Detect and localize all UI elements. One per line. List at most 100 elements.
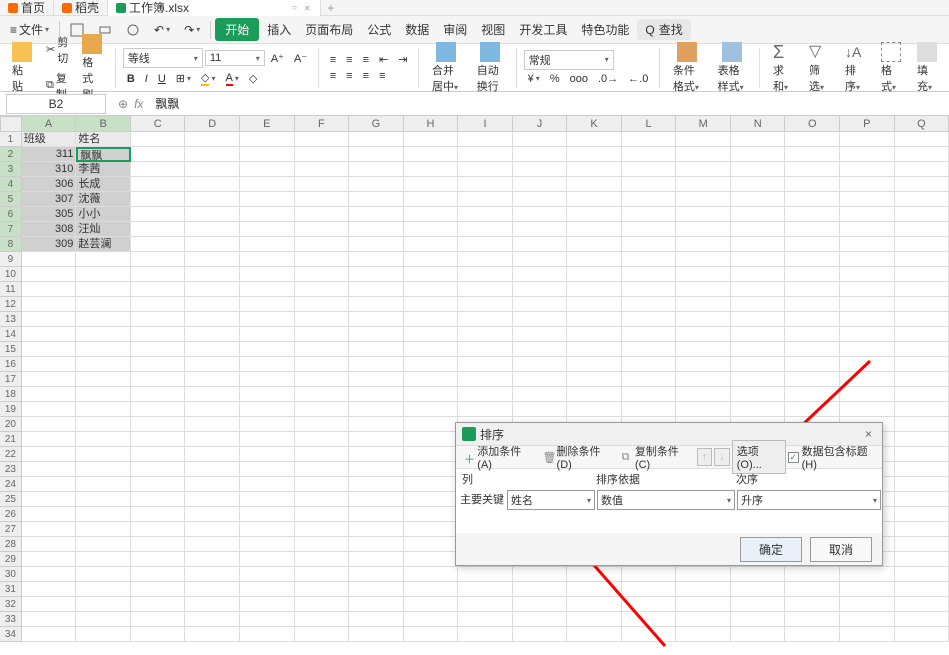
cell[interactable]	[513, 132, 568, 147]
cell[interactable]	[185, 492, 240, 507]
cell[interactable]	[131, 567, 186, 582]
cell[interactable]	[295, 192, 350, 207]
cell[interactable]	[349, 342, 404, 357]
cell[interactable]	[22, 507, 77, 522]
cell[interactable]	[240, 372, 295, 387]
cell[interactable]: 小小	[76, 207, 131, 222]
cell[interactable]	[295, 477, 350, 492]
cell[interactable]	[567, 582, 622, 597]
cell[interactable]: 310	[22, 162, 77, 177]
col-header-H[interactable]: H	[404, 116, 459, 132]
cell[interactable]	[240, 297, 295, 312]
cell[interactable]	[731, 612, 786, 627]
dec-decrease-icon[interactable]: ←.0	[624, 72, 652, 86]
move-down-button[interactable]: ↓	[714, 448, 730, 466]
cell[interactable]	[895, 627, 949, 642]
cell[interactable]	[131, 387, 186, 402]
cell[interactable]	[895, 462, 949, 477]
cell[interactable]	[676, 567, 731, 582]
cell[interactable]	[131, 162, 186, 177]
cell[interactable]	[404, 477, 459, 492]
cell[interactable]	[513, 342, 568, 357]
cell[interactable]	[622, 267, 677, 282]
cell[interactable]	[785, 627, 840, 642]
cell[interactable]	[22, 552, 77, 567]
cell[interactable]	[622, 207, 677, 222]
cell[interactable]	[22, 297, 77, 312]
row-header[interactable]: 5	[0, 192, 22, 207]
cell[interactable]	[295, 582, 350, 597]
cell[interactable]	[349, 522, 404, 537]
add-condition-button[interactable]: ＋添加条件(A)	[460, 441, 537, 473]
indent-dec-icon[interactable]: ⇤	[375, 52, 392, 67]
cell[interactable]	[185, 432, 240, 447]
cell[interactable]	[895, 432, 949, 447]
cell[interactable]	[240, 567, 295, 582]
font-select[interactable]: 等线▾	[123, 48, 203, 68]
cell[interactable]	[785, 282, 840, 297]
cell[interactable]	[840, 282, 895, 297]
cell[interactable]	[240, 477, 295, 492]
cell[interactable]	[185, 597, 240, 612]
cell[interactable]	[295, 417, 350, 432]
cell[interactable]	[622, 627, 677, 642]
increase-font-icon[interactable]: A⁺	[267, 51, 288, 66]
cell[interactable]	[76, 597, 131, 612]
cell[interactable]	[676, 162, 731, 177]
cell[interactable]	[240, 342, 295, 357]
cell[interactable]	[22, 462, 77, 477]
cell[interactable]	[513, 312, 568, 327]
cell[interactable]	[131, 132, 186, 147]
dec-increase-icon[interactable]: .0→	[594, 72, 622, 86]
cell[interactable]	[131, 402, 186, 417]
cell[interactable]	[404, 537, 459, 552]
cell[interactable]	[240, 402, 295, 417]
cell[interactable]	[458, 567, 513, 582]
cell[interactable]	[240, 432, 295, 447]
cell[interactable]: 309	[22, 237, 77, 252]
sort-by-select[interactable]: 数值▾	[597, 490, 735, 510]
cell[interactable]	[185, 612, 240, 627]
cell[interactable]	[22, 612, 77, 627]
cell[interactable]	[895, 282, 949, 297]
cell[interactable]	[404, 432, 459, 447]
cell[interactable]	[895, 297, 949, 312]
font-color-button[interactable]: A▾	[222, 71, 243, 87]
cell[interactable]	[76, 357, 131, 372]
cell[interactable]	[185, 192, 240, 207]
cell[interactable]	[513, 387, 568, 402]
row-header[interactable]: 20	[0, 417, 22, 432]
row-header[interactable]: 33	[0, 612, 22, 627]
cell[interactable]	[840, 132, 895, 147]
col-header-D[interactable]: D	[185, 116, 240, 132]
cell[interactable]	[76, 582, 131, 597]
cell[interactable]	[131, 237, 186, 252]
cell[interactable]	[785, 297, 840, 312]
cell[interactable]	[785, 612, 840, 627]
cell[interactable]	[131, 207, 186, 222]
row-header[interactable]: 13	[0, 312, 22, 327]
cell[interactable]	[676, 297, 731, 312]
cell[interactable]	[22, 402, 77, 417]
cell[interactable]	[458, 162, 513, 177]
cell[interactable]	[895, 357, 949, 372]
cell[interactable]	[840, 597, 895, 612]
cell[interactable]	[349, 582, 404, 597]
cell[interactable]	[240, 207, 295, 222]
cell[interactable]	[185, 387, 240, 402]
cell[interactable]	[76, 282, 131, 297]
cell[interactable]	[295, 462, 350, 477]
cell[interactable]	[622, 357, 677, 372]
align-center-icon[interactable]: ≡	[342, 69, 356, 83]
ok-button[interactable]: 确定	[740, 537, 802, 562]
tab-pagelayout[interactable]: 页面布局	[299, 19, 359, 40]
cell[interactable]	[567, 207, 622, 222]
cell[interactable]	[349, 237, 404, 252]
cell[interactable]: 长成	[76, 177, 131, 192]
cell[interactable]	[404, 357, 459, 372]
cell[interactable]	[676, 147, 731, 162]
cell[interactable]	[349, 537, 404, 552]
underline-button[interactable]: U	[154, 72, 170, 86]
row-header[interactable]: 32	[0, 597, 22, 612]
row-header[interactable]: 10	[0, 267, 22, 282]
